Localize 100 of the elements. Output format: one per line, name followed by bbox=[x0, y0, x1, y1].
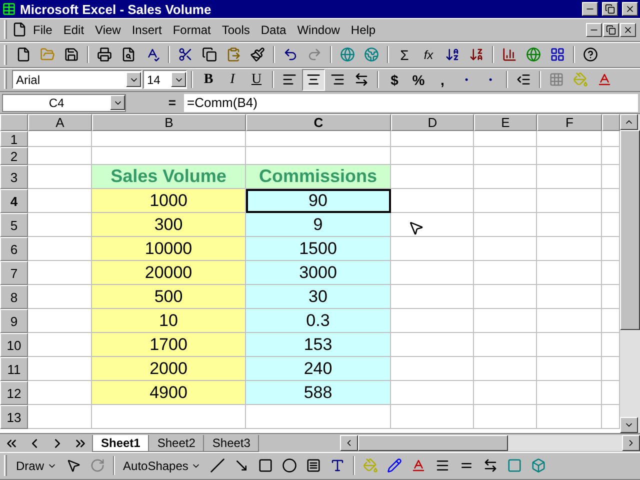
table-cell bbox=[28, 381, 92, 405]
vertical-scrollbar[interactable] bbox=[620, 114, 640, 433]
row-header[interactable]: 10 bbox=[0, 333, 28, 357]
style-button[interactable]: U bbox=[245, 68, 268, 90]
table-cell[interactable]: 240 bbox=[246, 357, 391, 381]
restore-button[interactable] bbox=[603, 22, 619, 36]
percent-button[interactable]: % bbox=[407, 68, 430, 90]
free-rotate-icon bbox=[90, 458, 106, 473]
row-header[interactable]: 4 bbox=[0, 189, 28, 213]
table-cell bbox=[537, 285, 602, 309]
font-field[interactable]: Arial bbox=[12, 70, 142, 89]
row-header[interactable]: 2 bbox=[0, 147, 28, 165]
draw-menu-button[interactable]: Draw bbox=[12, 454, 62, 476]
row-header[interactable]: 1 bbox=[0, 131, 28, 147]
table-cell bbox=[474, 381, 537, 405]
style-button[interactable]: I bbox=[221, 68, 244, 90]
menu-item[interactable]: View bbox=[90, 20, 126, 38]
style-button[interactable]: B bbox=[197, 68, 220, 90]
column-header[interactable]: B bbox=[92, 114, 246, 131]
close-button[interactable] bbox=[620, 22, 636, 36]
menu-item[interactable]: Format bbox=[168, 20, 216, 38]
align-button[interactable] bbox=[302, 68, 325, 90]
autoshapes-button[interactable]: AutoShapes bbox=[119, 454, 206, 476]
menu-item[interactable]: Window bbox=[292, 20, 345, 38]
name-box[interactable]: C4 bbox=[2, 94, 126, 112]
table-cell: 1000 bbox=[92, 189, 246, 213]
table-cell bbox=[28, 405, 92, 429]
row-header[interactable]: 6 bbox=[0, 237, 28, 261]
font-size-field[interactable]: 14 bbox=[143, 70, 187, 89]
table-cell: 1700 bbox=[92, 333, 246, 357]
table-cell bbox=[28, 147, 92, 165]
column-header[interactable]: F bbox=[537, 114, 602, 131]
menu-item[interactable]: Edit bbox=[58, 20, 90, 38]
table-cell bbox=[602, 357, 620, 381]
table-cell bbox=[537, 147, 602, 165]
row-header[interactable]: 3 bbox=[0, 165, 28, 189]
table-cell bbox=[474, 131, 537, 147]
column-header[interactable]: C bbox=[246, 114, 391, 131]
line-icon bbox=[210, 458, 226, 473]
table-cell: 4900 bbox=[92, 381, 246, 405]
arrow-icon bbox=[234, 458, 250, 473]
autosum-button[interactable]: Σ bbox=[393, 44, 416, 66]
menu-item[interactable]: Insert bbox=[126, 20, 167, 38]
redo-icon bbox=[307, 47, 322, 62]
table-cell: 10 bbox=[92, 309, 246, 333]
table-cell[interactable] bbox=[246, 131, 391, 147]
table-cell[interactable]: 30 bbox=[246, 285, 391, 309]
save-icon bbox=[64, 47, 79, 62]
table-cell bbox=[537, 237, 602, 261]
mouse-pointer-icon bbox=[408, 220, 424, 236]
currency-button[interactable]: $ bbox=[383, 68, 406, 90]
table-cell[interactable]: 588 bbox=[246, 381, 391, 405]
table-cell bbox=[28, 285, 92, 309]
restore-button[interactable] bbox=[602, 2, 618, 16]
equals-button[interactable]: = bbox=[130, 94, 180, 112]
minimize-button[interactable] bbox=[582, 2, 598, 16]
column-header[interactable]: D bbox=[391, 114, 474, 131]
align-icon bbox=[282, 72, 297, 87]
row-header[interactable]: 12 bbox=[0, 381, 28, 405]
row-header[interactable]: 7 bbox=[0, 261, 28, 285]
comma-button[interactable]: , bbox=[431, 68, 454, 90]
restore-icon bbox=[606, 24, 616, 34]
table-cell[interactable]: 0.3 bbox=[246, 309, 391, 333]
menu-item[interactable]: Help bbox=[346, 20, 381, 38]
table-cell[interactable]: 90 bbox=[246, 189, 391, 213]
table-cell[interactable]: 153 bbox=[246, 333, 391, 357]
minimize-button[interactable] bbox=[586, 22, 602, 36]
menu-item[interactable]: Data bbox=[256, 20, 292, 38]
sheet-tab[interactable]: Sheet1 bbox=[92, 434, 150, 452]
table-cell bbox=[474, 309, 537, 333]
line-style-icon bbox=[435, 458, 450, 473]
row-header[interactable]: 5 bbox=[0, 213, 28, 237]
table-cell[interactable] bbox=[246, 405, 391, 429]
workbook-icon bbox=[12, 22, 27, 37]
select-all-button[interactable] bbox=[0, 114, 28, 131]
table-cell bbox=[28, 357, 92, 381]
table-cell[interactable]: 9 bbox=[246, 213, 391, 237]
column-header[interactable]: A bbox=[28, 114, 92, 131]
function-button[interactable]: fx bbox=[417, 44, 440, 66]
table-cell[interactable] bbox=[246, 147, 391, 165]
close-button[interactable] bbox=[622, 2, 638, 16]
table-cell bbox=[602, 285, 620, 309]
sheet-tab[interactable]: Sheet3 bbox=[203, 434, 260, 452]
table-cell[interactable]: 3000 bbox=[246, 261, 391, 285]
row-header[interactable]: 9 bbox=[0, 309, 28, 333]
table-cell bbox=[537, 189, 602, 213]
row-header[interactable]: 13 bbox=[0, 405, 28, 429]
table-cell bbox=[474, 285, 537, 309]
column-header[interactable]: E bbox=[474, 114, 537, 131]
table-cell[interactable]: 1500 bbox=[246, 237, 391, 261]
column-header[interactable] bbox=[602, 114, 620, 131]
row-header[interactable]: 8 bbox=[0, 285, 28, 309]
arrow-style-icon bbox=[483, 458, 498, 473]
formula-field[interactable]: =Comm(B4) bbox=[184, 94, 638, 112]
table-cell bbox=[474, 261, 537, 285]
horizontal-scrollbar[interactable] bbox=[340, 435, 640, 451]
row-header[interactable]: 11 bbox=[0, 357, 28, 381]
table-cell bbox=[474, 405, 537, 429]
menu-item[interactable]: File bbox=[28, 20, 58, 38]
menu-item[interactable]: Tools bbox=[216, 20, 255, 38]
